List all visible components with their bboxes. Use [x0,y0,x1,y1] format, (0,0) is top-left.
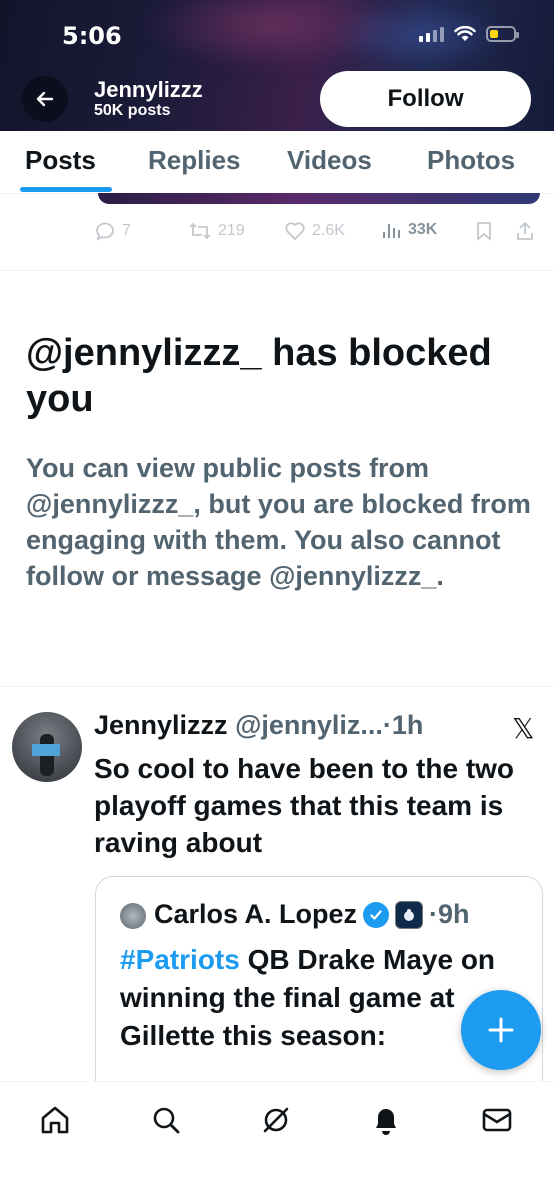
bookmark-button[interactable] [474,220,494,242]
nav-messages[interactable] [477,1100,517,1140]
repost-button[interactable]: 219 [188,220,245,242]
bookmark-icon [477,222,491,241]
quote-author-name: Carlos A. Lopez [154,899,358,929]
heart-icon [285,222,305,241]
status-time: 5:06 [62,22,122,50]
grok-icon [263,1107,289,1133]
nav-home[interactable] [35,1100,75,1140]
divider [0,686,554,687]
follow-button[interactable]: Follow [320,71,531,127]
view-count: 33K [408,221,438,238]
x-logo-icon: 𝕏 [512,712,535,745]
divider [0,270,554,271]
status-icons [419,26,519,42]
like-count: 2.6K [312,222,345,239]
plus-icon [488,1017,514,1043]
reply-count: 7 [122,222,131,239]
profile-name: Jennylizzz [94,77,203,102]
repost-count: 219 [218,222,245,239]
notifications-icon [376,1109,396,1135]
back-button[interactable] [22,76,68,122]
tweet-header: Jennylizzz @jennyliz...·1h [94,710,423,741]
active-tab-indicator [20,187,112,192]
tab-replies[interactable]: Replies [148,145,241,176]
wifi-icon [454,26,476,41]
home-icon [41,1106,69,1134]
avatar[interactable] [12,712,82,782]
compose-button[interactable] [461,990,541,1070]
quote-time: ·9h [429,899,470,929]
quoted-tweet[interactable]: Carlos A. Lopez ·9h #Patriots QB Drake M… [95,876,543,1108]
search-icon [153,1107,180,1134]
bottom-navigation [0,1081,554,1201]
share-button[interactable] [514,220,536,242]
views-icon [383,224,400,238]
tweet-author-handle[interactable]: @jennyliz... [235,710,383,740]
blocked-title: @jennylizzz_ has blocked you [26,332,492,420]
repost-icon [189,222,211,240]
nav-grok[interactable] [256,1100,296,1140]
tab-posts[interactable]: Posts [25,145,96,176]
affiliate-badge-icon [395,900,424,929]
share-icon [517,221,533,240]
blocked-description: You can view public posts from @jennyliz… [26,453,531,591]
profile-post-count: 50K posts [94,102,171,119]
tweet-time: ·1h [382,710,424,740]
reply-icon [96,222,114,241]
quote-header: Carlos A. Lopez ·9h [154,899,470,930]
arrow-left-icon [36,91,54,107]
views-button[interactable]: 33K [382,220,437,240]
messages-icon [482,1108,512,1132]
nav-search[interactable] [146,1100,186,1140]
reply-button[interactable]: 7 [94,220,131,242]
tweet-author-name[interactable]: Jennylizzz [94,710,228,740]
battery-icon [486,26,519,42]
like-button[interactable]: 2.6K [284,220,345,242]
post-media-image[interactable] [98,193,540,204]
quote-avatar [120,903,146,929]
tab-photos[interactable]: Photos [427,145,515,176]
cellular-signal-icon [419,26,444,42]
profile-tabs: Posts Replies Videos Photos [0,131,554,194]
hashtag-link[interactable]: #Patriots [120,944,240,975]
tweet-text: So cool to have been to the two playoff … [94,753,515,858]
post-actions: 7 219 2.6K [94,218,544,246]
verified-badge-icon [363,901,390,928]
tab-videos[interactable]: Videos [287,145,372,176]
nav-notifications[interactable] [366,1100,406,1140]
